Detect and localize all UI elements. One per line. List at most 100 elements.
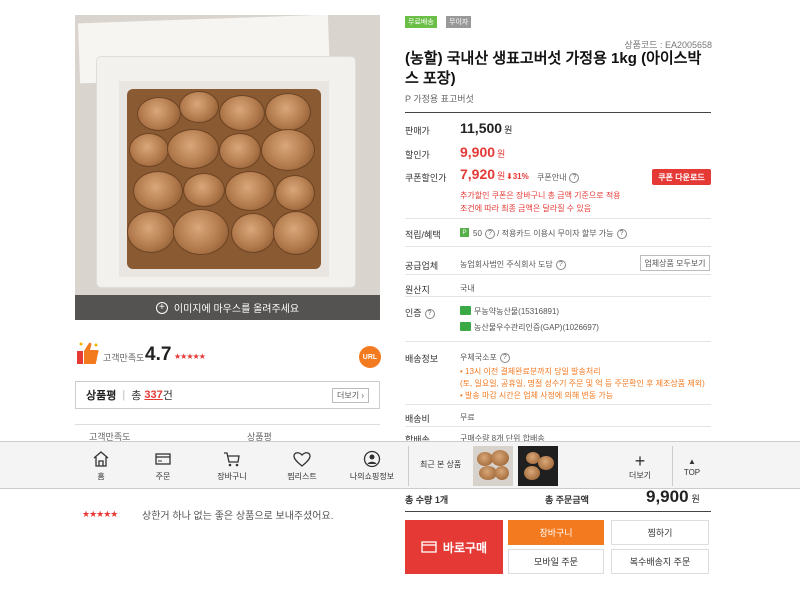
icebox xyxy=(97,57,355,287)
cart-icon xyxy=(224,452,240,467)
heart-icon xyxy=(293,452,311,467)
wish-button[interactable]: 찜하기 xyxy=(611,520,709,545)
mushroom xyxy=(133,171,183,211)
point-value: 50 xyxy=(473,229,482,238)
certification-icon xyxy=(460,306,471,315)
home-icon xyxy=(93,451,109,467)
mushroom xyxy=(265,93,311,131)
buy-now-button[interactable]: 바로구매 xyxy=(405,520,503,574)
mushroom xyxy=(179,91,219,123)
origin-label: 원산지 xyxy=(405,285,430,295)
point-icon: P xyxy=(460,228,469,237)
coupon-note: 추가할인 쿠폰은 장바구니 총 금액 기준으로 적용 xyxy=(460,191,621,200)
rating-label: 고객만족도 xyxy=(103,353,145,363)
mushroom xyxy=(219,95,265,131)
shipping-carrier: 우체국소포? xyxy=(460,352,510,363)
nav-my-info[interactable]: 나의쇼핑정보 xyxy=(346,442,398,490)
coupon-info-link[interactable]: 쿠폰안내? xyxy=(537,172,580,183)
mushroom xyxy=(275,175,315,211)
shipping-label: 배송정보 xyxy=(405,354,439,364)
supplier-products-button[interactable]: 업체상품 모두보기 xyxy=(640,255,710,271)
supplier-value: 농업회사법인 주식회사 도담? xyxy=(460,259,566,270)
icebox-interior xyxy=(119,81,329,277)
card-benefit: / 적용카드 이용시 무이자 할부 가능 xyxy=(497,229,614,238)
help-icon[interactable]: ? xyxy=(569,172,580,183)
coupon-download-button[interactable]: 쿠폰 다운로드 xyxy=(652,169,711,185)
review-text: 상한거 하나 없는 좋은 상품으로 보내주셨어요. xyxy=(142,510,334,522)
help-icon[interactable]: ? xyxy=(484,228,495,239)
quick-menu-bar: 홈 주문 장바구니 찜리스트 나의쇼핑정보 최근 본 상품 + 더보기 ▲ TO… xyxy=(0,441,800,489)
shipping-note: • 13시 이전 결제완료분까지 당일 발송처리 xyxy=(460,367,601,376)
nav-home[interactable]: 홈 xyxy=(82,442,120,490)
product-subtitle: P 가정용 표고버섯 xyxy=(405,94,474,104)
mushroom xyxy=(225,171,275,211)
total-quantity: 총 수량 1개 xyxy=(405,495,449,505)
mushroom xyxy=(137,97,181,131)
review-table-header: 고객만족도 상품평 xyxy=(75,424,380,442)
coupon-note: 조건에 따라 최종 금액은 달라질 수 있음 xyxy=(460,204,592,213)
review-more-button[interactable]: 더보기 › xyxy=(332,388,369,403)
thumbs-up-icon xyxy=(77,342,99,364)
help-icon[interactable]: ? xyxy=(499,352,510,363)
origin-value: 국내 xyxy=(460,284,475,293)
nav-cart[interactable]: 장바구니 xyxy=(211,442,253,490)
review-count[interactable]: 337 xyxy=(144,389,162,401)
badge-free-shipping: 무료배송 xyxy=(405,16,437,28)
divider xyxy=(405,296,711,297)
total-amount-label: 총 주문금액 xyxy=(545,495,589,505)
nav-order[interactable]: 주문 xyxy=(144,442,182,490)
certification-item: 무농약농산물(15316891) xyxy=(474,307,560,316)
divider xyxy=(405,341,711,342)
divider xyxy=(405,112,711,113)
card-icon xyxy=(155,453,171,465)
rating-value: 4.7 xyxy=(145,344,172,365)
certification-item: 농산물우수관리인증(GAP)(1026697) xyxy=(474,323,599,332)
certification-icon xyxy=(460,322,471,331)
url-copy-button[interactable]: URL xyxy=(359,346,381,368)
nav-wishlist[interactable]: 찜리스트 xyxy=(280,442,324,490)
image-caption-text: 이미지에 마우스를 올려주세요 xyxy=(173,304,300,315)
sale-price: 9,900 원 xyxy=(460,144,506,160)
mushroom xyxy=(183,173,225,207)
mushroom xyxy=(173,209,229,255)
certification-label: 인증? xyxy=(405,306,435,319)
normal-price-label: 판매가 xyxy=(405,126,430,136)
recent-item[interactable] xyxy=(518,446,558,486)
divider xyxy=(405,511,711,512)
benefits-label: 적립/혜택 xyxy=(405,230,441,240)
multi-address-order-button[interactable]: 복수배송지 주문 xyxy=(611,549,709,574)
shipping-fee-label: 배송비 xyxy=(405,414,430,424)
divider xyxy=(405,218,711,219)
divider xyxy=(405,274,711,275)
caret-up-icon: ▲ xyxy=(688,456,696,466)
shipping-fee: 무료 xyxy=(460,413,475,422)
review-summary: 상품평 | 총 337 건 더보기 › xyxy=(75,381,380,409)
help-icon[interactable]: ? xyxy=(555,259,566,270)
recent-item[interactable] xyxy=(473,446,513,486)
mushroom xyxy=(129,133,169,167)
review-row[interactable]: ★★★★★ 상한거 하나 없는 좋은 상품으로 보내주셨어요. xyxy=(75,503,380,525)
recent-label: 최근 본 상품 xyxy=(420,460,462,469)
mobile-order-button[interactable]: 모바일 주문 xyxy=(508,549,604,574)
badge-interest-free: 무이자 xyxy=(446,16,472,28)
rating-stars: ★★★★★ xyxy=(174,352,206,361)
plus-icon: + xyxy=(634,450,646,471)
mushroom xyxy=(261,129,315,171)
product-image[interactable] xyxy=(75,15,380,320)
mushroom xyxy=(127,211,175,253)
divider xyxy=(405,246,711,247)
help-icon[interactable]: ? xyxy=(424,308,435,319)
mushroom xyxy=(219,133,261,169)
mushroom xyxy=(231,213,275,253)
shipping-note: (토, 일요일, 공휴일, 명절 성수기 주문 및 억 등 주문확인 후 제조상… xyxy=(460,379,705,388)
scroll-top-button[interactable]: ▲ TOP xyxy=(676,442,708,490)
mushroom-pile xyxy=(127,89,321,269)
review-total-prefix: 총 xyxy=(131,390,142,402)
coupon-price-label: 쿠폰할인가 xyxy=(405,173,447,183)
review-stars: ★★★★★ xyxy=(82,508,118,519)
sale-price-label: 할인가 xyxy=(405,150,430,160)
add-to-cart-button[interactable]: 장바구니 xyxy=(508,520,604,545)
help-icon[interactable]: ? xyxy=(616,228,627,239)
recent-more-button[interactable]: + 더보기 xyxy=(620,442,660,490)
image-hover-caption: + 이미지에 마우스를 올려주세요 xyxy=(75,295,380,320)
